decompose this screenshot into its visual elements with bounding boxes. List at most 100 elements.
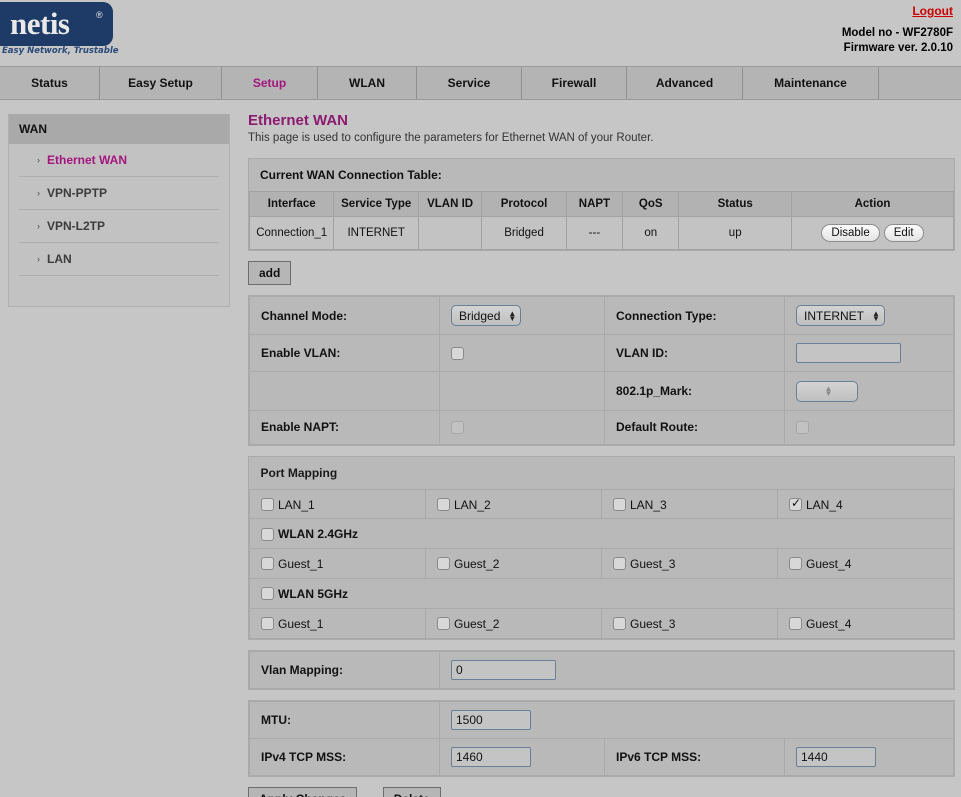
brand-logo: netis ® Easy Network, Trustable: [0, 2, 119, 60]
chevron-updown-icon: ▲ ▼: [824, 384, 833, 398]
mtu-label: MTU:: [249, 700, 440, 739]
mark-label: 802.1p_Mark:: [604, 371, 785, 411]
port-mapping-wlan24-row: WLAN 2.4GHz: [249, 518, 954, 550]
sidebar-item-ethernet-wan[interactable]: › Ethernet WAN: [19, 144, 219, 177]
guest24-4-label: Guest_4: [806, 556, 852, 571]
guest5-1-checkbox[interactable]: [261, 617, 274, 631]
guest24-3-checkbox[interactable]: [613, 557, 626, 571]
enable-napt-label: Enable NAPT:: [249, 409, 440, 445]
cell-interface: Connection_1: [248, 216, 335, 250]
logo-wordmark: netis: [10, 6, 70, 41]
sidebar-item-lan[interactable]: › LAN: [19, 243, 219, 276]
vlan-id-input[interactable]: [796, 343, 901, 363]
nav-tab-easy-setup[interactable]: Easy Setup: [100, 67, 222, 99]
lan-1-cell: LAN_1: [249, 488, 426, 520]
delete-button[interactable]: Delete: [382, 786, 441, 797]
connection-type-select[interactable]: INTERNET ▲ ▼: [796, 305, 885, 326]
cell-status: up: [678, 216, 793, 250]
guest5-3-checkbox[interactable]: [613, 617, 626, 631]
wlan-5ghz-label: WLAN 5GHz: [278, 586, 348, 601]
port-mapping-panel: Port Mapping LAN_1 LAN_2 LAN_3 LAN_4 WLA…: [248, 455, 955, 640]
nav-tab-firewall[interactable]: Firewall: [522, 67, 627, 99]
col-qos: QoS: [622, 191, 680, 217]
sidebar-item-vpn-pptp[interactable]: › VPN-PPTP: [19, 177, 219, 210]
col-action: Action: [791, 191, 954, 217]
firmware-version: Firmware ver. 2.0.10: [843, 42, 953, 54]
wlan-5ghz-checkbox[interactable]: [261, 587, 274, 601]
sidebar-item-label: VPN-L2TP: [47, 219, 106, 233]
connection-type-value: INTERNET: [804, 308, 864, 323]
guest5-2-checkbox[interactable]: [437, 617, 450, 631]
guest24-1-checkbox[interactable]: [261, 557, 274, 571]
lan-2-checkbox[interactable]: [437, 497, 450, 511]
connection-type-label: Connection Type:: [604, 296, 785, 335]
mtu-panel: MTU: IPv4 TCP MSS: IPv6 TCP MSS:: [248, 699, 955, 777]
table-header-row: Interface Service Type VLAN ID Protocol …: [248, 191, 954, 217]
row-mtu: MTU:: [249, 700, 954, 739]
main-content: Ethernet WAN This page is used to config…: [238, 100, 961, 797]
device-info: Model no - WF2780F Firmware ver. 2.0.10: [842, 26, 953, 56]
mtu-input[interactable]: [451, 709, 531, 730]
lan-3-label: LAN_3: [630, 497, 667, 512]
edit-button[interactable]: Edit: [883, 224, 924, 242]
lan-4-checkbox[interactable]: [789, 496, 802, 511]
wan-table-caption: Current WAN Connection Table:: [260, 168, 442, 182]
logout-link[interactable]: Logout: [912, 4, 953, 18]
col-interface: Interface: [248, 191, 335, 217]
guest24-3-cell: Guest_3: [601, 548, 778, 579]
ipv6-mss-input[interactable]: [796, 746, 876, 767]
channel-mode-select[interactable]: Bridged ▲ ▼: [451, 305, 522, 326]
page-description: This page is used to configure the param…: [248, 132, 654, 144]
default-route-field: [784, 409, 954, 445]
sidebar-panel: WAN › Ethernet WAN › VPN-PPTP › VPN-L2TP…: [8, 114, 230, 307]
channel-mode-value: Bridged: [459, 308, 501, 323]
chevron-updown-icon: ▲ ▼: [508, 308, 517, 323]
guest24-1-cell: Guest_1: [249, 548, 426, 579]
mtu-field: [439, 700, 954, 739]
footer-actions: Apply Changes Delete: [248, 786, 955, 797]
page-header: netis ® Easy Network, Trustable Logout M…: [0, 0, 961, 66]
guest5-2-label: Guest_2: [454, 616, 500, 631]
mtu-grid: MTU: IPv4 TCP MSS: IPv6 TCP MSS:: [249, 700, 954, 776]
nav-tab-advanced[interactable]: Advanced: [627, 67, 743, 99]
vlan-mapping-grid: Vlan Mapping:: [249, 650, 954, 689]
row-tcp-mss: IPv4 TCP MSS: IPv6 TCP MSS:: [249, 737, 954, 776]
guest24-2-label: Guest_2: [454, 556, 500, 571]
wan-connection-table: Interface Service Type VLAN ID Protocol …: [248, 191, 954, 250]
model-number: Model no - WF2780F: [841, 27, 953, 39]
nav-tab-status[interactable]: Status: [0, 67, 100, 99]
lan-4-cell: LAN_4: [777, 488, 954, 520]
enable-napt-checkbox: [451, 421, 464, 435]
add-button[interactable]: add: [248, 261, 292, 285]
wlan-24ghz-checkbox[interactable]: [261, 527, 274, 541]
port-mapping-title-row: Port Mapping: [249, 456, 954, 490]
wlan-5-cell: WLAN 5GHz: [249, 577, 954, 609]
empty-field-cell: [439, 371, 605, 411]
disable-button[interactable]: Disable: [821, 224, 880, 242]
row-8021p-mark: 802.1p_Mark: ▲ ▼: [249, 371, 954, 411]
lan-3-checkbox[interactable]: [613, 497, 626, 511]
sidebar-group-wan: WAN: [9, 114, 229, 144]
mark-select[interactable]: ▲ ▼: [796, 380, 858, 402]
nav-tab-maintenance[interactable]: Maintenance: [743, 67, 879, 99]
ipv4-mss-label: IPv4 TCP MSS:: [249, 737, 440, 776]
vlan-id-label: VLAN ID:: [604, 334, 785, 372]
nav-tab-wlan[interactable]: WLAN: [318, 67, 417, 99]
sidebar-item-vpn-l2tp[interactable]: › VPN-L2TP: [19, 210, 219, 243]
guest5-3-label: Guest_3: [630, 616, 676, 631]
guest24-2-checkbox[interactable]: [437, 557, 450, 571]
guest24-4-checkbox[interactable]: [789, 557, 802, 571]
channel-mode-label: Channel Mode:: [249, 296, 440, 335]
nav-filler: [879, 67, 961, 99]
chevron-right-icon: ›: [37, 187, 40, 198]
vlan-id-field: [784, 334, 954, 372]
lan-2-label: LAN_2: [454, 497, 491, 512]
vlan-mapping-input[interactable]: [451, 659, 556, 680]
apply-changes-button[interactable]: Apply Changes: [248, 786, 358, 797]
guest5-4-checkbox[interactable]: [789, 617, 802, 631]
enable-vlan-checkbox[interactable]: [451, 347, 464, 361]
nav-tab-setup[interactable]: Setup: [222, 67, 318, 99]
nav-tab-service[interactable]: Service: [417, 67, 522, 99]
ipv4-mss-input[interactable]: [451, 746, 531, 767]
lan-1-checkbox[interactable]: [261, 497, 274, 511]
